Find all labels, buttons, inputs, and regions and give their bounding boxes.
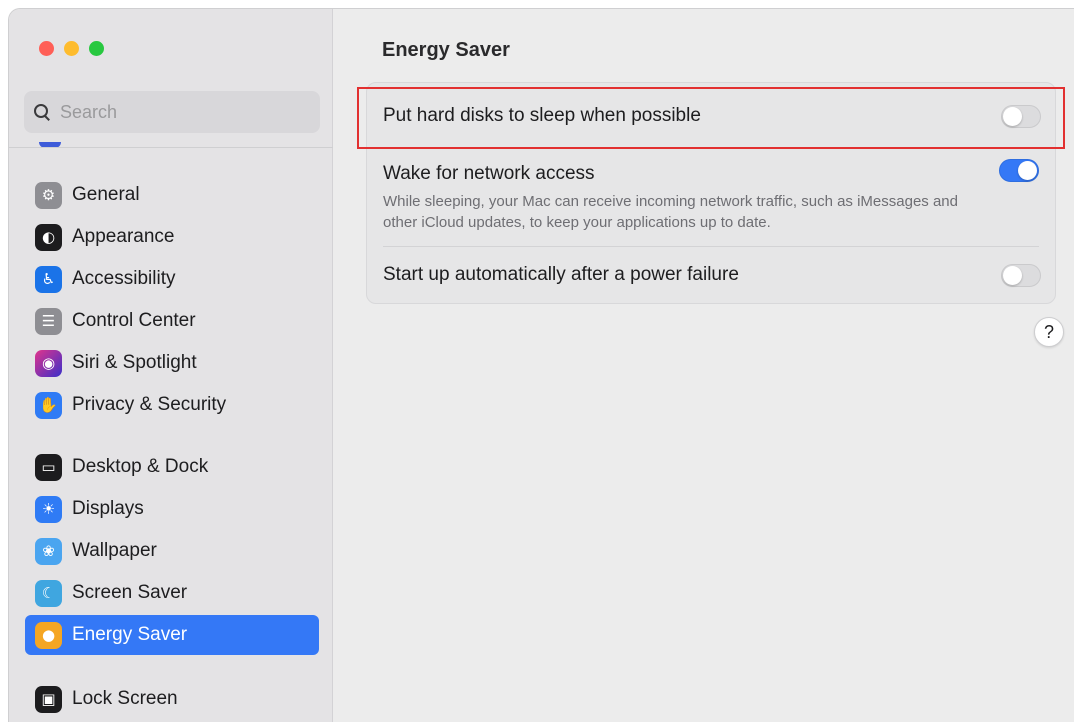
sidebar-item-label: Accessibility — [72, 268, 176, 289]
sidebar-item-label: Desktop & Dock — [72, 456, 209, 477]
sidebar-item-accessibility[interactable]: ♿ Accessibility — [25, 259, 319, 299]
sidebar-item-lock-screen[interactable]: ▣ Lock Screen — [25, 679, 319, 719]
sidebar-item-general[interactable]: ⚙ General — [25, 175, 319, 215]
search-input[interactable] — [60, 101, 290, 123]
sidebar-item-label: General — [72, 184, 140, 205]
sidebar-item-appearance[interactable]: ◐ Appearance — [25, 217, 319, 257]
sun-icon: ☀ — [35, 495, 62, 523]
startup-power-failure-toggle[interactable] — [1001, 263, 1041, 287]
sidebar-item-label: Displays — [72, 498, 144, 519]
siri-icon: ◉ — [35, 349, 62, 377]
toggle-knob — [1003, 106, 1022, 126]
dock-icon: ▭ — [35, 453, 62, 481]
setting-row-startup-power-failure: Start up automatically after a power fai… — [367, 247, 1055, 303]
sidebar-item-label: Wallpaper — [72, 540, 157, 561]
sidebar-item-label: Lock Screen — [72, 688, 178, 709]
sidebar-item-energy-saver[interactable]: ● Energy Saver — [25, 615, 319, 655]
lock-icon: ▣ — [35, 685, 62, 713]
sidebar-item-siri-spotlight[interactable]: ◉ Siri & Spotlight — [25, 343, 319, 383]
sidebar-item-label: Energy Saver — [72, 624, 188, 645]
sidebar-divider — [9, 147, 333, 148]
sidebar-group-desktop: ▭ Desktop & Dock ☀ Displays ❀ Wallpaper … — [25, 447, 319, 657]
flower-icon: ❀ — [35, 537, 62, 565]
zoom-button[interactable] — [89, 41, 104, 56]
sidebar-item-label: Screen Saver — [72, 582, 188, 603]
sidebar-group-system: ⚙ General ◐ Appearance ♿ Accessibility ☰… — [25, 175, 319, 427]
sidebar-item-desktop-dock[interactable]: ▭ Desktop & Dock — [25, 447, 319, 487]
control-center-icon: ☰ — [35, 307, 62, 335]
screen-saver-icon: ☾ — [35, 579, 62, 607]
settings-card: Put hard disks to sleep when possible Wa… — [357, 82, 1065, 304]
hard-disk-sleep-toggle[interactable] — [1001, 104, 1041, 128]
settings-window: ⚙ General ◐ Appearance ♿ Accessibility ☰… — [8, 8, 1074, 722]
sidebar-item-privacy-security[interactable]: ✋ Privacy & Security — [25, 385, 319, 425]
page-title: Energy Saver — [382, 39, 510, 61]
setting-label: Put hard disks to sleep when possible — [383, 105, 701, 126]
setting-row-hard-disk-sleep: Put hard disks to sleep when possible — [357, 83, 1065, 149]
setting-text: Wake for network access While sleeping, … — [383, 163, 1039, 233]
window-controls — [39, 41, 104, 56]
close-button[interactable] — [39, 41, 54, 56]
help-button[interactable]: ? — [1034, 317, 1064, 347]
lightbulb-icon: ● — [35, 621, 62, 649]
sidebar-item-control-center[interactable]: ☰ Control Center — [25, 301, 319, 341]
sidebar-item-label: Appearance — [72, 226, 175, 247]
setting-row-wake-network: Wake for network access While sleeping, … — [383, 149, 1039, 247]
setting-label: Wake for network access — [383, 162, 595, 184]
sidebar-item-label: Siri & Spotlight — [72, 352, 197, 373]
sidebar-item-wallpaper[interactable]: ❀ Wallpaper — [25, 531, 319, 571]
search-icon — [34, 103, 51, 121]
main-panel: Energy Saver Put hard disks to sleep whe… — [334, 9, 1074, 722]
toggle-knob — [1003, 265, 1022, 285]
sidebar: ⚙ General ◐ Appearance ♿ Accessibility ☰… — [9, 9, 333, 722]
accessibility-icon: ♿ — [35, 265, 62, 293]
search-field[interactable] — [24, 91, 320, 133]
setting-label: Start up automatically after a power fai… — [383, 264, 739, 285]
sidebar-item-screen-saver[interactable]: ☾ Screen Saver — [25, 573, 319, 613]
hand-icon: ✋ — [35, 391, 62, 419]
gear-icon: ⚙ — [35, 181, 62, 209]
sidebar-item-label: Privacy & Security — [72, 394, 227, 415]
appearance-icon: ◐ — [35, 223, 62, 251]
toggle-knob — [1018, 161, 1037, 180]
sidebar-item-displays[interactable]: ☀ Displays — [25, 489, 319, 529]
sidebar-item-label: Control Center — [72, 310, 196, 331]
sidebar-group-lock: ▣ Lock Screen — [25, 679, 319, 721]
wake-network-toggle[interactable] — [999, 159, 1039, 182]
minimize-button[interactable] — [64, 41, 79, 56]
setting-description: While sleeping, your Mac can receive inc… — [383, 192, 958, 231]
